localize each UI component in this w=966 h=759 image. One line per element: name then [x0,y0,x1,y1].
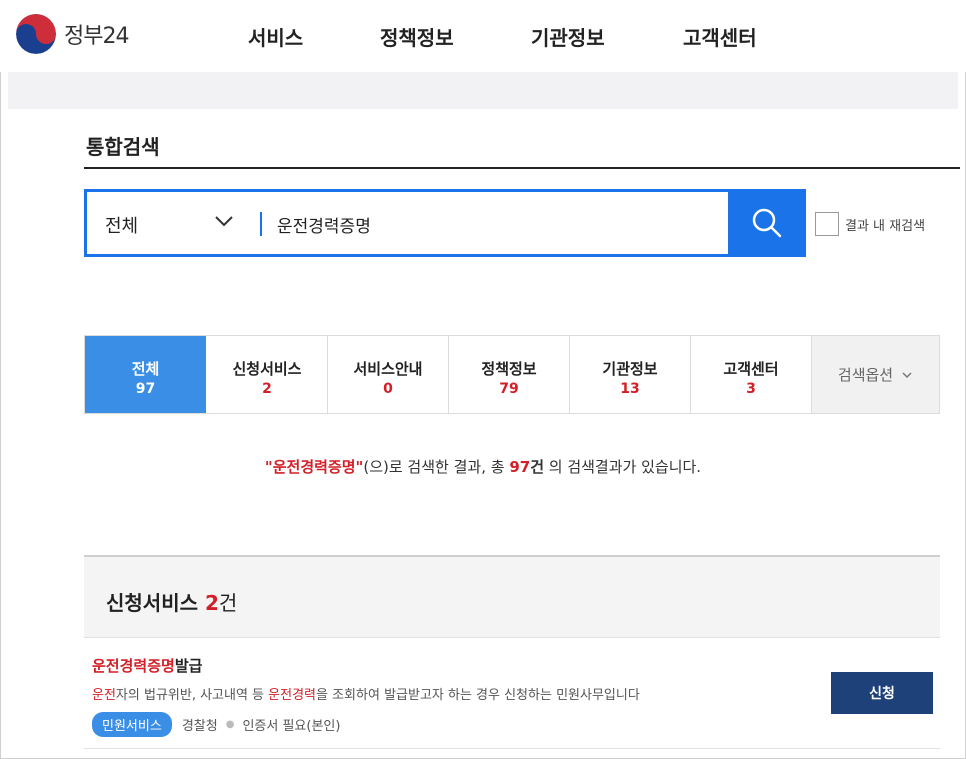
desc-highlight: 운전경력 [268,688,316,703]
re-search-checkbox[interactable] [815,212,839,236]
search-icon [752,208,782,238]
nav-policy-info[interactable]: 정책정보 [380,22,454,51]
summary-unit: 건 [530,458,544,476]
tab-label: 서비스안내 [353,360,423,378]
tab-all[interactable]: 전체 97 [85,336,206,413]
requirement-text: 인증서 필요(본인) [242,719,341,734]
title-divider [84,167,960,169]
search-options-toggle[interactable]: 검색옵션 [812,336,939,413]
page-title: 통합검색 [86,135,160,159]
nav-customer-center[interactable]: 고객센터 [683,22,757,51]
tab-application-service[interactable]: 신청서비스 2 [207,336,328,413]
result-title-link[interactable]: 운전경력증명발급 [92,655,202,676]
nav-services[interactable]: 서비스 [248,22,303,51]
tab-count: 13 [620,381,640,397]
tab-count: 0 [383,381,393,397]
taegeuk-logo-icon [16,14,56,54]
chevron-down-icon[interactable] [213,210,235,232]
search-options-label: 검색옵션 [837,366,894,384]
search-divider [260,212,262,236]
nav-agency-info[interactable]: 기관정보 [531,22,605,51]
section-name: 신청서비스 [106,591,198,615]
summary-query: "운전경력증명" [264,458,364,476]
site-header: 정부24 서비스 정책정보 기관정보 고객센터 [0,0,966,72]
result-description: 운전자의 법규위반, 사고내역 등 운전경력을 조회하여 발급받고자 하는 경우… [92,684,640,703]
result-meta: 민원서비스 경찰청 ● 인증서 필요(본인) [92,712,340,737]
tab-count: 3 [746,381,756,397]
tab-agency-info[interactable]: 기관정보 13 [570,336,691,413]
result-tabs: 전체 97 신청서비스 2 서비스안내 0 정책정보 79 기관정보 13 고객… [84,335,940,414]
summary-total: 97 [509,458,531,476]
result-item: 운전경력증명발급 운전자의 법규위반, 사고내역 등 운전경력을 조회하여 발급… [84,637,940,749]
header-band [8,72,958,109]
tab-label: 전체 [131,360,160,378]
tab-label: 기관정보 [602,360,658,378]
tab-service-guide[interactable]: 서비스안내 0 [328,336,449,413]
meta-separator: ● [225,719,235,730]
search-summary: "운전경력증명"(으)로 검색한 결과, 총 97건 의 검색결과가 있습니다. [0,456,966,477]
section-title: 신청서비스 2건 [106,587,237,616]
tab-count: 2 [262,381,272,397]
tab-customer-center[interactable]: 고객센터 3 [691,336,812,413]
search-button[interactable] [728,189,806,257]
desc-text: 을 조회하여 발급받고자 하는 경우 신청하는 민원사무입니다 [316,688,640,703]
section-unit: 건 [218,591,238,615]
tab-label: 정책정보 [481,360,537,378]
tab-count: 79 [499,381,519,397]
site-logo[interactable]: 정부24 [16,14,129,54]
summary-text: (으)로 검색한 결과, 총 [363,458,510,476]
search-bar: 전체 [84,189,806,257]
tab-label: 신청서비스 [232,360,302,378]
tab-count: 97 [135,381,156,397]
section-count: 2 [204,591,219,615]
application-service-section: 신청서비스 2건 [84,555,940,637]
search-input[interactable] [277,208,717,240]
summary-tail: 의 검색결과가 있습니다. [544,458,702,476]
result-title-highlight: 운전경력증명 [92,657,175,675]
tab-policy-info[interactable]: 정책정보 79 [449,336,570,413]
logo-text: 정부24 [64,24,129,49]
desc-highlight: 운전 [92,688,116,703]
search-category-select[interactable]: 전체 [105,212,138,238]
category-badge[interactable]: 민원서비스 [92,712,172,737]
desc-text: 자의 법규위반, 사고내역 등 [115,688,269,703]
apply-button[interactable]: 신청 [831,672,933,714]
agency-name: 경찰청 [181,719,218,734]
tab-label: 고객센터 [723,360,779,378]
re-search-option[interactable]: 결과 내 재검색 [815,212,925,236]
chevron-down-icon [902,371,912,378]
result-title-rest: 발급 [174,657,203,675]
re-search-label: 결과 내 재검색 [845,218,926,234]
